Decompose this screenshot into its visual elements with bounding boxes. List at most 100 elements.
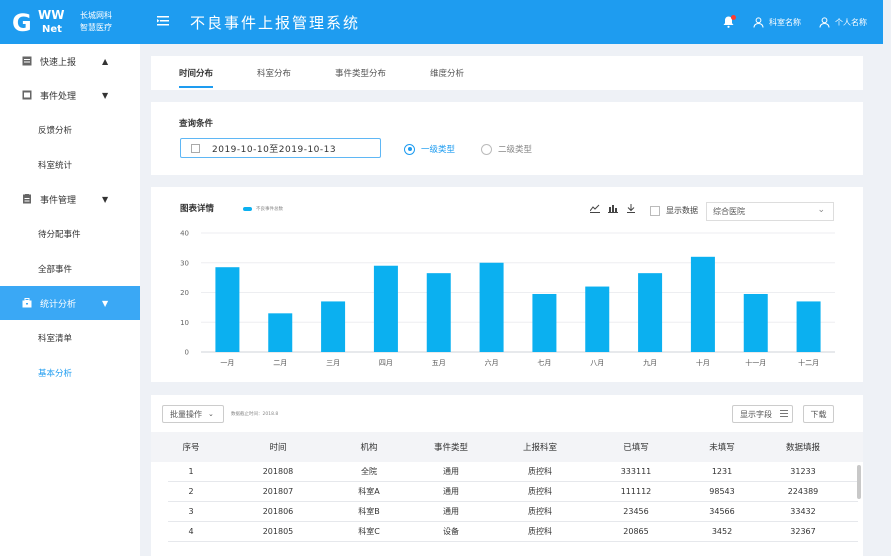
table-scrollbar[interactable] [857,465,861,499]
th-unfilled: 未填写 [709,443,735,453]
x-tick-label: 九月 [643,358,657,367]
table-cell: 设备 [443,527,459,536]
date-range-picker[interactable]: 2019-10-10至2019-10-13 [180,138,381,158]
radio-level2-type[interactable]: 二级类型 [481,143,532,155]
radio-checked-icon [404,143,415,155]
person-icon [819,16,830,28]
chart-bar[interactable] [268,313,293,352]
tab-dept-distribution[interactable]: 科室分布 [257,56,291,90]
table-cell: 3452 [711,527,733,536]
tab-dimension-analysis[interactable]: 维度分析 [430,56,464,90]
tab-event-type-distribution[interactable]: 事件类型分布 [335,56,386,90]
sidebar-item-statistics[interactable]: 统计分析 ▼ [0,286,140,320]
query-panel: 查询条件 2019-10-10至2019-10-13 一级类型 二级类型 [151,102,863,175]
sidebar-item-dept-list[interactable]: 科室清单 [0,320,140,355]
table-header: 序号 时间 机构 事件类型 上报科室 已填写 未填写 数据填报 [151,432,863,462]
menu-toggle-icon[interactable] [154,14,172,30]
header-actions: 科室名称 个人名称 [723,15,883,28]
table-cell: 23456 [623,507,649,516]
chart-bar[interactable] [426,273,451,352]
sidebar-item-basic-analysis[interactable]: 基本分析 [0,355,140,390]
x-tick-label: 八月 [590,359,604,367]
sidebar-item-event-handling[interactable]: 事件处理 ▼ [0,78,140,112]
chevron-down-icon: ⌄ [208,410,214,418]
y-tick-label: 10 [180,319,189,327]
document-icon [22,194,32,204]
tab-time-distribution[interactable]: 时间分布 [179,56,214,90]
list-icon [780,409,788,419]
th-org: 机构 [360,443,378,453]
table-cell: 质控科 [528,527,552,536]
table-cell: 通用 [443,487,459,496]
table-cell: 4 [188,527,194,536]
chart-bar[interactable] [796,301,821,352]
table-cell: 98543 [709,487,735,496]
notification-bell-icon[interactable] [723,15,736,28]
radio-level1-type[interactable]: 一级类型 [404,143,455,155]
x-tick-label: 十一月 [745,358,766,367]
table-cell: 201807 [262,487,294,496]
table-row[interactable]: 1 201808 全院 通用 质控科 333111 1231 31233 [168,462,858,482]
table-cell: 32367 [790,527,816,536]
table-cell: 科室A [358,487,380,496]
chart-bar[interactable] [743,293,768,352]
table-cell: 333111 [620,467,652,476]
chart-bar[interactable] [321,301,346,352]
y-tick-label: 20 [180,289,189,297]
th-event-type: 事件类型 [433,443,468,453]
chart-bar[interactable] [532,293,557,352]
chart-bar[interactable] [479,262,504,352]
logo: G WW Net [12,8,65,37]
chevron-down-icon: ▼ [102,90,109,100]
chart-bar[interactable] [638,273,663,352]
table-row[interactable]: 3 201806 科室B 通用 质控科 23456 34566 33432 [168,502,858,522]
chevron-up-icon: ▲ [102,56,109,66]
personal-menu[interactable]: 个人名称 [819,16,867,28]
sidebar-item-pending-events[interactable]: 待分配事件 [0,216,140,251]
table-cell: 全院 [361,467,377,476]
show-fields-button[interactable]: 显示字段 [732,405,793,423]
clipboard-icon [22,90,32,100]
x-tick-label: 十二月 [798,358,819,367]
chart-bar[interactable] [585,286,610,352]
table-cell: 质控科 [528,507,552,516]
table-row[interactable]: 2 201807 科室A 通用 质控科 111112 98543 224389 [168,482,858,502]
th-time: 时间 [269,443,287,453]
sidebar: 快速上报 ▲ 事件处理 ▼ 反馈分析 科室统计 事件管理 ▼ 待分配事件 全部事… [0,44,140,556]
radio-unchecked-icon [481,143,492,155]
table-cell: 质控科 [528,487,552,496]
window-edge [883,0,891,556]
x-tick-label: 十月 [696,358,710,367]
notification-badge [731,15,736,20]
sidebar-item-event-management[interactable]: 事件管理 ▼ [0,182,140,216]
sidebar-item-dept-stats[interactable]: 科室统计 [0,147,140,182]
chart-bar[interactable] [373,265,398,352]
dept-menu[interactable]: 科室名称 [753,16,801,28]
chevron-down-icon: ▼ [102,298,109,308]
y-tick-label: 30 [180,259,189,267]
table-row[interactable]: 4 201805 科室C 设备 质控科 20865 3452 32367 [168,522,858,542]
logo-area[interactable]: G WW Net 长城网科 智慧医疗 [0,0,140,44]
table-cell: 2 [188,487,194,496]
table-cell: 33432 [790,507,816,516]
chart-bar[interactable] [215,267,240,352]
sidebar-item-all-events[interactable]: 全部事件 [0,251,140,286]
table-cell: 1 [188,467,194,476]
x-tick-label: 一月 [220,359,234,367]
table-cell: 通用 [443,507,459,516]
table-cell: 科室B [358,507,380,516]
sidebar-item-quick-report[interactable]: 快速上报 ▲ [0,44,140,78]
tab-bar: 时间分布 科室分布 事件类型分布 维度分析 [151,56,863,90]
chevron-down-icon: ▼ [102,194,109,204]
user-icon [753,16,764,28]
th-index: 序号 [182,443,200,453]
batch-operation-dropdown[interactable]: 批量操作 ⌄ [162,405,224,423]
th-report-dept: 上报科室 [522,443,557,453]
table-cell: 111112 [620,487,652,496]
chart-bar[interactable] [690,256,715,352]
sidebar-item-feedback-analysis[interactable]: 反馈分析 [0,112,140,147]
y-tick-label: 40 [180,230,189,238]
th-filled: 已填写 [623,443,649,453]
download-button[interactable]: 下载 [803,405,834,423]
table-cell: 3 [188,507,194,516]
